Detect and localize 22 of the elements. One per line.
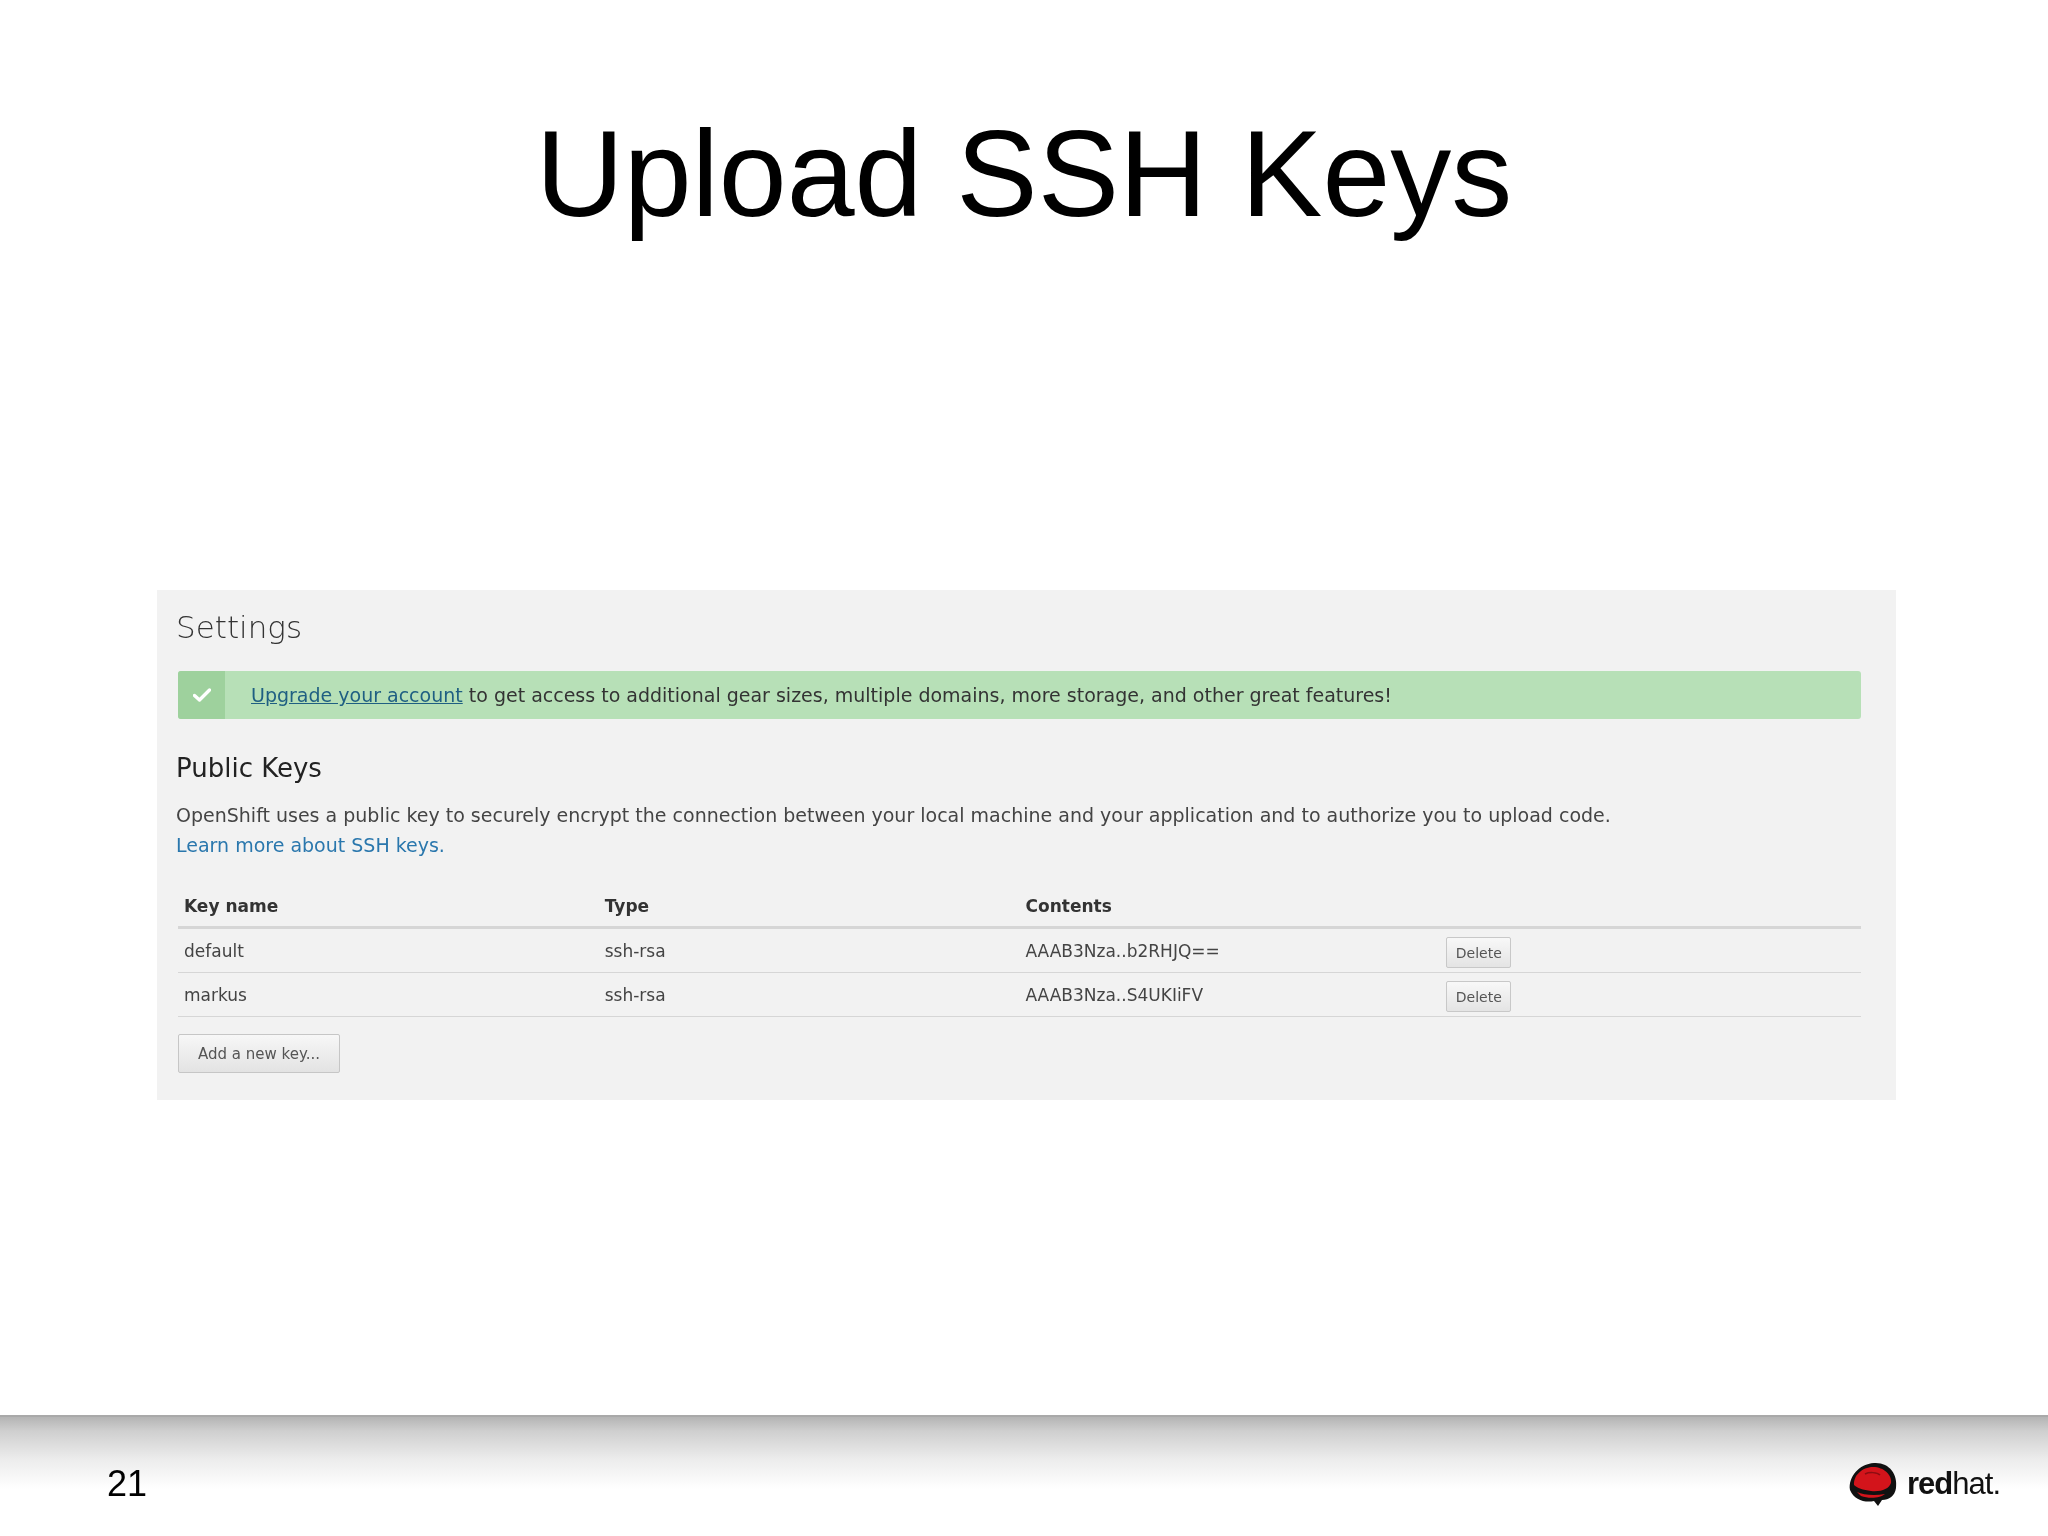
page-number: 21: [107, 1462, 148, 1505]
delete-button[interactable]: Delete: [1446, 937, 1512, 969]
alert-message: Upgrade your account to get access to additional gear sizes, multiple domains, more storage, and other great features!: [251, 684, 1392, 707]
table-cell: AAAB3Nza..b2RHJQ==: [1025, 940, 1220, 961]
table-cell: ssh-rsa: [604, 984, 666, 1005]
slide-title: Upload SSH Keys: [535, 105, 1513, 244]
table-cell: markus: [184, 984, 247, 1005]
table-cell: default: [184, 940, 244, 961]
column-header: Type: [604, 896, 650, 917]
table-cell: ssh-rsa: [604, 940, 666, 961]
upgrade-link[interactable]: Upgrade your account: [251, 684, 463, 707]
description-text: OpenShift uses a public key to securely encrypt the connection between your local machine and your application and to authorize you to upload code. Learn more about SSH keys.: [176, 803, 1612, 859]
logo-text: redhat.: [1907, 1465, 2000, 1502]
check-icon: [192, 688, 211, 703]
column-header: Contents: [1025, 896, 1112, 917]
table-cell: AAAB3Nza..S4UKIiFV: [1025, 984, 1204, 1005]
add-key-button[interactable]: Add a new key...: [178, 1034, 340, 1074]
delete-button[interactable]: Delete: [1446, 981, 1512, 1013]
section-heading: Public Keys: [176, 753, 322, 785]
learn-more-link[interactable]: Learn more about SSH keys.: [176, 834, 445, 857]
column-header: Key name: [184, 896, 279, 917]
settings-title: Settings: [176, 608, 303, 647]
